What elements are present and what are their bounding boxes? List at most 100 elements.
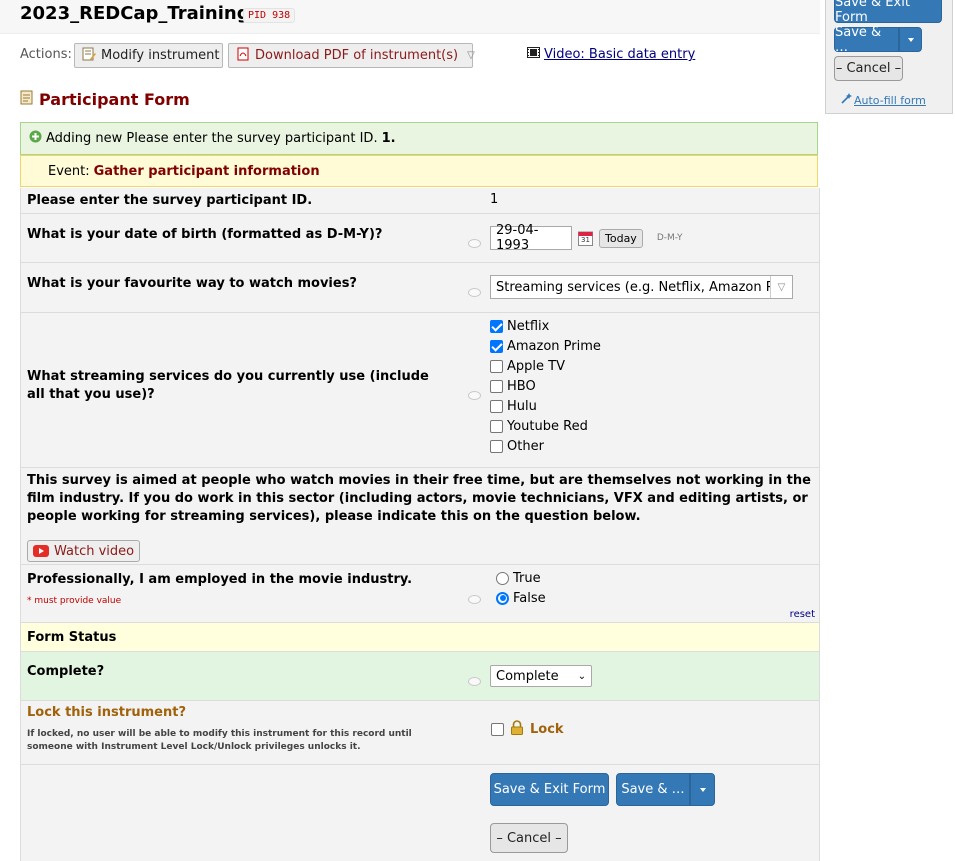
- radio-button[interactable]: [496, 571, 509, 585]
- caret-down-icon: [699, 787, 706, 792]
- watch-video-button[interactable]: Watch video: [27, 540, 141, 562]
- project-title: 2023_REDCap_Training: [20, 3, 250, 24]
- radio-button[interactable]: [496, 591, 509, 605]
- checkbox-box[interactable]: [490, 439, 503, 453]
- radio-label: True: [513, 570, 541, 586]
- checkbox-box[interactable]: [490, 359, 503, 373]
- checkbox-box[interactable]: [490, 419, 503, 433]
- chevron-down-icon: ▽: [467, 50, 475, 61]
- auto-fill-link[interactable]: Auto-fill form: [841, 93, 926, 107]
- save-split-button-bottom: Save & …: [616, 773, 715, 806]
- checkbox-hulu[interactable]: Hulu: [490, 396, 601, 416]
- save-exit-button-top[interactable]: Save & Exit Form: [834, 0, 942, 25]
- movies-select-value: Streaming services (e.g. Netflix, Amazon…: [496, 279, 770, 295]
- calendar-icon[interactable]: 31: [578, 230, 593, 246]
- checkbox-netflix[interactable]: Netflix: [490, 316, 601, 336]
- lock-icon: [510, 720, 524, 739]
- event-name: Gather participant information: [93, 163, 320, 179]
- comment-bubble-icon[interactable]: [468, 595, 481, 604]
- lock-row: Lock this instrument? If locked, no user…: [20, 701, 820, 765]
- reset-link[interactable]: reset: [790, 609, 815, 620]
- event-notice: Event: Gather participant information: [20, 155, 818, 187]
- streaming-options: Netflix Amazon Prime Apple TV HBO Hulu Y…: [490, 316, 601, 456]
- adding-record-text: Adding new Please enter the survey parti…: [46, 131, 378, 146]
- save-more-button-bottom[interactable]: Save & …: [616, 773, 690, 806]
- video-link-label: Video: Basic data entry: [544, 47, 696, 62]
- save-dropdown-toggle-bottom[interactable]: [690, 773, 715, 806]
- required-note: * must provide value: [27, 596, 122, 606]
- dob-input[interactable]: 29-04-1993: [490, 223, 572, 253]
- caret-down-icon: [907, 37, 914, 42]
- cancel-button-bottom[interactable]: – Cancel –: [490, 823, 568, 853]
- radio-false[interactable]: False: [496, 588, 546, 608]
- checkbox-box[interactable]: [490, 399, 503, 413]
- auto-fill-label: Auto-fill form: [854, 93, 926, 107]
- streaming-label: What streaming services do you currently…: [27, 369, 429, 402]
- complete-select-value: Complete: [496, 668, 559, 684]
- employed-label: Professionally, I am employed in the mov…: [27, 572, 413, 587]
- comment-bubble-icon[interactable]: [468, 288, 481, 297]
- form-status-title: Form Status: [27, 630, 117, 645]
- descriptive-text: This survey is aimed at people who watch…: [27, 473, 811, 524]
- plus-circle-icon: [29, 130, 42, 147]
- checkbox-box[interactable]: [490, 319, 503, 333]
- checkbox-label: Amazon Prime: [507, 338, 601, 354]
- cancel-button-top[interactable]: – Cancel –: [834, 56, 903, 81]
- movies-row: What is your favourite way to watch movi…: [20, 263, 820, 313]
- comment-bubble-icon[interactable]: [468, 239, 481, 248]
- lock-control[interactable]: Lock: [491, 720, 564, 739]
- film-icon: [527, 47, 540, 62]
- youtube-icon: [33, 545, 49, 557]
- save-exit-button-bottom[interactable]: Save & Exit Form: [490, 773, 609, 806]
- complete-row: Complete? Complete ⌄: [20, 652, 820, 701]
- checkbox-hbo[interactable]: HBO: [490, 376, 601, 396]
- checkbox-youtube-red[interactable]: Youtube Red: [490, 416, 601, 436]
- bottom-buttons-row: Save & Exit Form Save & … – Cancel –: [20, 765, 820, 861]
- chevron-down-icon: ▽: [770, 276, 792, 298]
- modify-instrument-label: Modify instrument: [101, 48, 220, 63]
- checkbox-box[interactable]: [490, 339, 503, 353]
- checkbox-other[interactable]: Other: [490, 436, 601, 456]
- streaming-row: What streaming services do you currently…: [20, 313, 820, 468]
- edit-form-icon: [82, 47, 96, 65]
- save-more-button-top[interactable]: Save & …: [834, 25, 899, 55]
- actions-label: Actions:: [20, 47, 72, 62]
- download-pdf-button[interactable]: Download PDF of instrument(s) ▽: [228, 43, 475, 68]
- checkbox-amazon-prime[interactable]: Amazon Prime: [490, 336, 601, 356]
- participant-id-row: Please enter the survey participant ID. …: [20, 188, 820, 214]
- save-dropdown-toggle-top[interactable]: [899, 27, 922, 52]
- radio-true[interactable]: True: [496, 568, 546, 588]
- checkbox-box[interactable]: [490, 379, 503, 393]
- video-basic-data-entry-link[interactable]: Video: Basic data entry: [527, 47, 695, 62]
- checkbox-label: Hulu: [507, 398, 537, 414]
- today-button[interactable]: Today: [599, 228, 643, 248]
- event-label: Event:: [48, 163, 90, 179]
- complete-select[interactable]: Complete ⌄: [490, 665, 592, 687]
- record-id: 1.: [381, 131, 396, 146]
- modify-instrument-button[interactable]: Modify instrument: [74, 43, 223, 68]
- dob-row: What is your date of birth (formatted as…: [20, 214, 820, 263]
- checkbox-label: Youtube Red: [507, 418, 588, 434]
- lock-checkbox[interactable]: [491, 723, 504, 736]
- checkbox-apple-tv[interactable]: Apple TV: [490, 356, 601, 376]
- participant-id-label: Please enter the survey participant ID.: [27, 193, 313, 208]
- employed-row: Professionally, I am employed in the mov…: [20, 565, 820, 623]
- comment-bubble-icon[interactable]: [468, 677, 481, 686]
- movies-label: What is your favourite way to watch movi…: [27, 276, 357, 291]
- checkbox-label: HBO: [507, 378, 536, 394]
- movies-select[interactable]: Streaming services (e.g. Netflix, Amazon…: [490, 275, 793, 299]
- lock-label: Lock this instrument?: [27, 705, 186, 720]
- download-pdf-label: Download PDF of instrument(s): [255, 48, 459, 63]
- participant-id-value: 1: [490, 192, 499, 207]
- form-title-text: Participant Form: [39, 90, 190, 109]
- adding-record-notice: Adding new Please enter the survey parti…: [20, 122, 818, 155]
- project-header: 2023_REDCap_Training PID 938: [0, 0, 820, 34]
- checkbox-label: Netflix: [507, 318, 550, 334]
- lock-help-text: If locked, no user will be able to modif…: [27, 729, 412, 752]
- lock-text: Lock: [530, 722, 564, 737]
- dob-label: What is your date of birth (formatted as…: [27, 227, 383, 242]
- form-icon: [20, 90, 33, 109]
- employed-options: True False: [496, 568, 546, 608]
- calendar-day: 31: [581, 236, 590, 244]
- comment-bubble-icon[interactable]: [468, 391, 481, 400]
